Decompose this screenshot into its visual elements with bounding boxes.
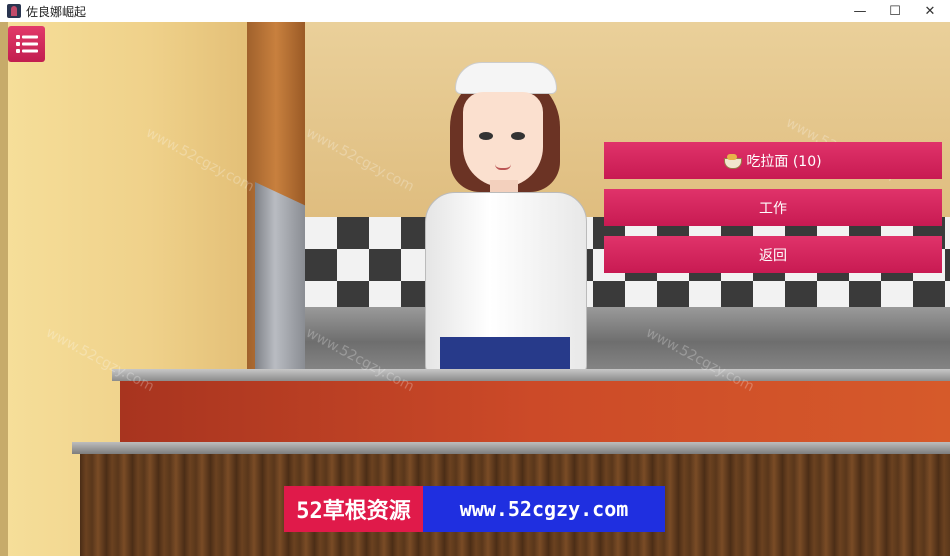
return-button[interactable]: 返回: [604, 236, 942, 273]
desk-top: [72, 442, 950, 454]
game-scene: www.52cgzy.com www.52cgzy.com www.52cgzy…: [0, 22, 950, 556]
left-eye: [479, 132, 493, 140]
left-wall-edge: [0, 22, 8, 556]
work-button[interactable]: 工作: [604, 189, 942, 226]
character-mouth: [495, 164, 511, 170]
steel-backsplash: [305, 307, 950, 377]
menu-list-icon: [15, 35, 38, 53]
eat-ramen-label: 吃拉面 (10): [746, 153, 822, 170]
character-face: [463, 92, 543, 187]
close-button[interactable]: ✕: [912, 0, 948, 22]
ramen-bowl-icon: [724, 154, 743, 169]
site-banner-right: www.52cgzy.com: [423, 486, 665, 532]
eat-ramen-button[interactable]: 吃拉面 (10): [604, 142, 942, 179]
metal-panel: [255, 182, 305, 377]
maximize-button[interactable]: ☐: [877, 0, 913, 22]
window-titlebar: 佐良娜崛起 — ☐ ✕: [0, 0, 950, 23]
return-label: 返回: [759, 247, 787, 264]
character-bandana: [455, 62, 557, 94]
right-eye: [511, 132, 525, 140]
menu-button[interactable]: [8, 26, 45, 62]
app-icon: [7, 4, 21, 18]
ramen-chef-character: [415, 62, 590, 382]
site-banner-left: 52草根资源: [284, 486, 423, 532]
minimize-button[interactable]: —: [842, 0, 878, 22]
counter-top: [112, 369, 950, 381]
counter-front: [120, 381, 950, 446]
work-label: 工作: [759, 200, 787, 217]
window-title: 佐良娜崛起: [26, 5, 87, 19]
